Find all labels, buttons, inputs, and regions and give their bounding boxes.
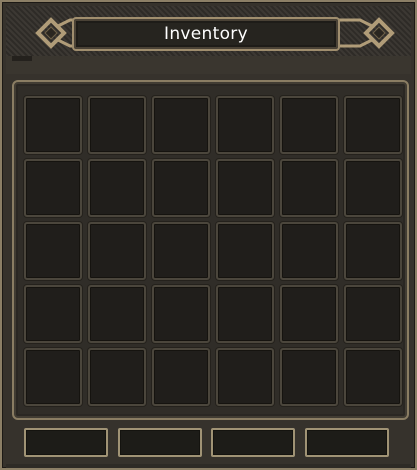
inventory-slot[interactable] — [24, 222, 82, 280]
inventory-slot[interactable] — [88, 348, 146, 406]
inventory-slot[interactable] — [24, 159, 82, 217]
inventory-slot[interactable] — [88, 285, 146, 343]
inventory-slot[interactable] — [24, 96, 82, 154]
ornament-right-icon — [332, 16, 396, 50]
bottom-edge — [6, 464, 411, 468]
inventory-slot[interactable] — [152, 348, 210, 406]
inventory-slot[interactable] — [280, 96, 338, 154]
inventory-slot[interactable] — [344, 159, 402, 217]
inventory-slot[interactable] — [344, 222, 402, 280]
inventory-slot[interactable] — [216, 96, 274, 154]
inventory-slot[interactable] — [216, 222, 274, 280]
inventory-slot[interactable] — [344, 285, 402, 343]
inventory-slot[interactable] — [216, 348, 274, 406]
bag-tab-4[interactable] — [305, 428, 389, 457]
inventory-slot[interactable] — [280, 222, 338, 280]
inventory-slot[interactable] — [24, 285, 82, 343]
inventory-slot[interactable] — [280, 348, 338, 406]
bag-tab-1[interactable] — [24, 428, 108, 457]
inventory-slot[interactable] — [280, 159, 338, 217]
title-divider — [6, 56, 411, 74]
inventory-slot[interactable] — [152, 222, 210, 280]
inventory-slot[interactable] — [152, 285, 210, 343]
inventory-slot[interactable] — [344, 96, 402, 154]
inventory-slot[interactable] — [280, 285, 338, 343]
inventory-grid-panel — [12, 80, 409, 420]
bag-tab-2[interactable] — [118, 428, 202, 457]
bag-tab-3[interactable] — [211, 428, 295, 457]
inventory-window: Inventory — [0, 0, 417, 470]
inventory-slot[interactable] — [88, 222, 146, 280]
inventory-slot[interactable] — [344, 348, 402, 406]
inventory-slot[interactable] — [216, 285, 274, 343]
window-title: Inventory — [164, 24, 248, 44]
inventory-slot[interactable] — [88, 96, 146, 154]
inventory-slot[interactable] — [24, 348, 82, 406]
inventory-slot[interactable] — [152, 96, 210, 154]
inventory-slot[interactable] — [216, 159, 274, 217]
inventory-slot[interactable] — [152, 159, 210, 217]
title-bar[interactable]: Inventory — [6, 6, 411, 56]
bag-tabs — [24, 428, 390, 458]
inventory-grid — [24, 96, 402, 406]
inventory-slot[interactable] — [88, 159, 146, 217]
